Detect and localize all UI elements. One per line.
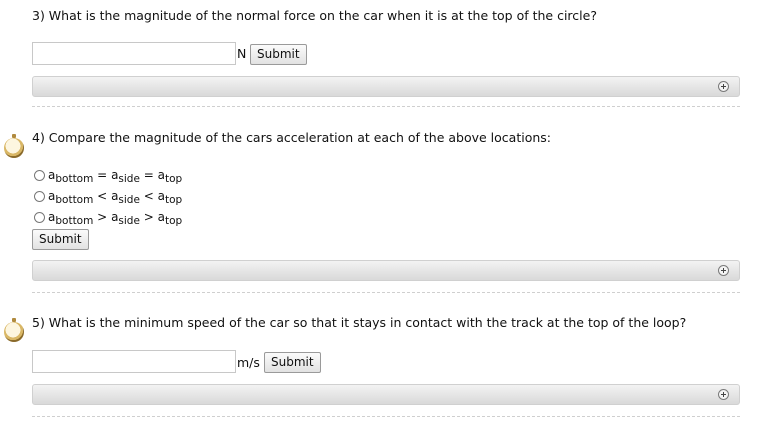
- option-text: abottom < aside < atop: [48, 189, 183, 206]
- question-3-unit: N: [237, 46, 247, 61]
- question-4-submit-button[interactable]: Submit: [32, 229, 89, 250]
- question-3-hint-bar[interactable]: [32, 76, 740, 97]
- option-text: abottom = aside = atop: [48, 168, 183, 185]
- stopwatch-icon: [4, 134, 24, 158]
- question-5-submit-button[interactable]: Submit: [264, 352, 321, 373]
- question-5-unit: m/s: [237, 355, 260, 370]
- radio-button[interactable]: [34, 212, 45, 223]
- radio-button[interactable]: [34, 191, 45, 202]
- question-5-answer-input[interactable]: [32, 350, 236, 373]
- plus-circle-icon[interactable]: [718, 265, 729, 276]
- plus-circle-icon[interactable]: [718, 81, 729, 92]
- question-3-title: 3) What is the magnitude of the normal f…: [32, 8, 597, 23]
- question-4-title: 4) Compare the magnitude of the cars acc…: [32, 130, 551, 145]
- question-4-hint-bar[interactable]: [32, 260, 740, 281]
- answer-option-less-than[interactable]: abottom < aside < atop: [34, 189, 182, 207]
- question-3-answer-input[interactable]: [32, 42, 236, 65]
- divider: [32, 416, 740, 417]
- question-5-title: 5) What is the minimum speed of the car …: [32, 315, 687, 330]
- radio-button[interactable]: [34, 170, 45, 181]
- divider: [32, 106, 740, 107]
- question-5-hint-bar[interactable]: [32, 384, 740, 405]
- answer-option-greater-than[interactable]: abottom > aside > atop: [34, 210, 182, 228]
- question-3-submit-button[interactable]: Submit: [250, 44, 307, 65]
- stopwatch-icon: [4, 318, 24, 342]
- answer-option-equal[interactable]: abottom = aside = atop: [34, 168, 182, 186]
- divider: [32, 292, 740, 293]
- plus-circle-icon[interactable]: [718, 389, 729, 400]
- option-text: abottom > aside > atop: [48, 210, 183, 227]
